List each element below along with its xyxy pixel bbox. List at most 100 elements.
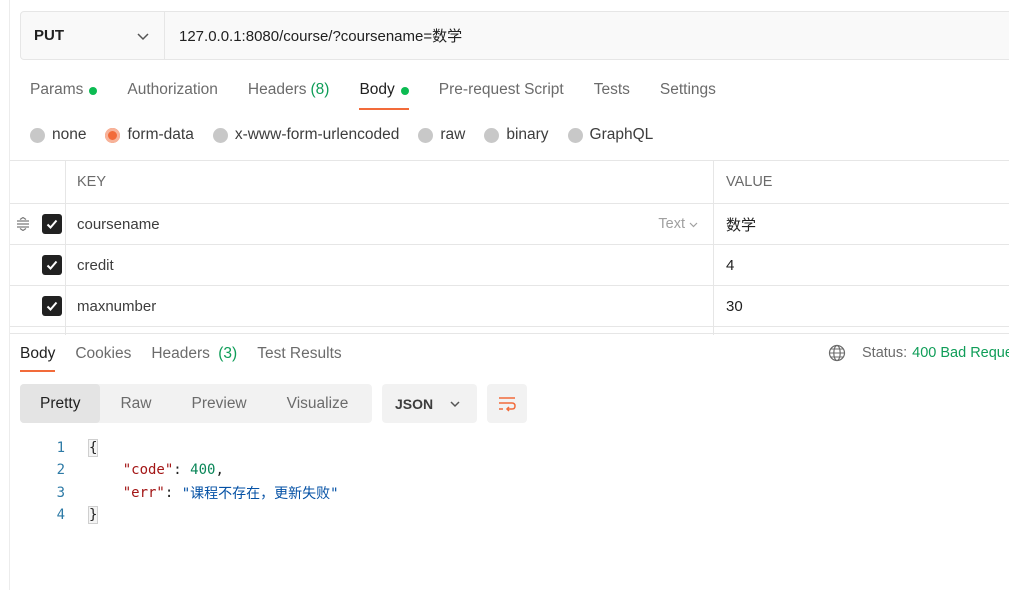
tab-label: Settings: [659, 81, 716, 98]
value-column-header: VALUE: [726, 174, 773, 190]
json-number: 400: [190, 462, 216, 479]
checkmark-icon: [46, 301, 58, 311]
response-tab-test-results[interactable]: Test Results: [257, 336, 341, 372]
key-text: credit: [77, 256, 114, 274]
radio-label: binary: [506, 126, 549, 143]
status-value[interactable]: 400 Bad Request: [912, 345, 1009, 361]
key-column-header: KEY: [66, 161, 714, 203]
radio-raw[interactable]: raw: [418, 126, 465, 144]
chevron-down-icon: [689, 222, 698, 227]
body-type-radios: none form-data x-www-form-urlencoded raw…: [30, 126, 672, 144]
view-preview[interactable]: Preview: [172, 384, 267, 423]
active-dot-icon: [89, 87, 98, 95]
chevron-down-icon: [137, 32, 149, 40]
response-status: Status: 400 Bad Request: [828, 344, 1009, 362]
format-select[interactable]: JSON: [382, 384, 477, 423]
radio-label: raw: [440, 126, 466, 143]
json-key: "code": [122, 462, 174, 479]
checkmark-icon: [46, 260, 58, 270]
row-handle-cell: [10, 286, 66, 326]
radio-graphql[interactable]: GraphQL: [567, 126, 654, 144]
line-number: 3: [56, 484, 65, 501]
tab-label: Pre-request Script: [438, 81, 564, 98]
value-cell[interactable]: 30: [714, 286, 1009, 326]
line-number: 2: [56, 462, 65, 479]
form-data-table: KEY VALUE coursename Text 数学 credit 4 ma…: [10, 160, 1009, 335]
view-raw[interactable]: Raw: [100, 384, 171, 423]
value-cell[interactable]: 4: [714, 245, 1009, 285]
status-label: Status:: [862, 345, 908, 361]
response-tab-body[interactable]: Body: [20, 336, 56, 372]
response-code-view[interactable]: 1{ 2 "code": 400, 3 "err": "课程不存在，更新失败" …: [40, 437, 339, 526]
view-visualize[interactable]: Visualize: [267, 384, 369, 423]
section-divider[interactable]: [10, 333, 1009, 334]
close-brace: }: [87, 506, 99, 525]
code-line: 1{: [40, 437, 339, 459]
response-tab-cookies[interactable]: Cookies: [75, 336, 131, 372]
tab-label: Headers: [247, 81, 307, 98]
checkmark-icon: [46, 219, 58, 229]
tab-settings[interactable]: Settings: [660, 72, 716, 110]
tab-label: Cookies: [75, 345, 132, 362]
globe-icon[interactable]: [828, 344, 846, 362]
response-tabs: Body Cookies Headers (3) Test Results: [20, 336, 362, 372]
tab-tests[interactable]: Tests: [594, 72, 630, 110]
row-checkbox[interactable]: [42, 214, 62, 234]
method-label: PUT: [34, 27, 64, 44]
radio-circle-icon: [484, 127, 500, 143]
key-cell[interactable]: coursename Text: [66, 204, 714, 244]
tab-label: Params: [30, 81, 84, 98]
radio-label: x-www-form-urlencoded: [234, 126, 400, 143]
radio-label: none: [52, 126, 87, 143]
type-label: Text: [658, 216, 685, 232]
row-checkbox[interactable]: [42, 296, 62, 316]
type-select[interactable]: Text: [658, 216, 699, 232]
radio-label: form-data: [127, 126, 194, 143]
value-cell[interactable]: 数学: [714, 204, 1009, 244]
response-tab-headers[interactable]: Headers (3): [151, 336, 237, 372]
line-number: 1: [56, 440, 65, 457]
radio-none[interactable]: none: [30, 126, 86, 144]
url-input[interactable]: [165, 12, 1009, 59]
radio-circle-icon: [418, 127, 434, 143]
url-bar: PUT: [20, 11, 1009, 60]
active-dot-icon: [400, 87, 409, 95]
open-brace: {: [87, 439, 99, 458]
format-label: JSON: [395, 395, 434, 412]
request-tabs: Params Authorization Headers (8) Body Pre…: [30, 72, 746, 110]
code-line: 3 "err": "课程不存在，更新失败": [40, 482, 339, 504]
view-pretty[interactable]: Pretty: [20, 384, 101, 423]
radio-circle-icon: [567, 127, 583, 143]
radio-binary[interactable]: binary: [484, 126, 549, 144]
tab-label: Tests: [593, 81, 630, 98]
row-checkbox[interactable]: [42, 255, 62, 275]
row-handle-cell: [10, 204, 66, 244]
tab-authorization[interactable]: Authorization: [127, 72, 217, 110]
wrap-lines-button[interactable]: [487, 384, 527, 423]
tab-label: Authorization: [127, 81, 218, 98]
table-header-row: KEY VALUE: [10, 161, 1009, 204]
key-cell[interactable]: maxnumber: [66, 286, 714, 326]
tab-body[interactable]: Body: [359, 72, 410, 110]
radio-x-www-form-urlencoded[interactable]: x-www-form-urlencoded: [212, 126, 400, 144]
tab-label: Headers: [151, 345, 210, 362]
key-text: maxnumber: [77, 297, 157, 315]
radio-label: GraphQL: [589, 126, 654, 143]
radio-circle-icon: [30, 127, 45, 143]
header-count: (8): [310, 81, 330, 98]
header-handle-cell: [10, 161, 66, 203]
json-string: "课程不存在，更新失败": [181, 485, 339, 502]
view-mode-segment: Pretty Raw Preview Visualize: [20, 384, 372, 423]
tab-pre-request-script[interactable]: Pre-request Script: [439, 72, 564, 110]
code-line: 2 "code": 400,: [40, 459, 339, 481]
tab-headers[interactable]: Headers (8): [248, 72, 330, 110]
radio-form-data[interactable]: form-data: [105, 126, 194, 144]
method-select[interactable]: PUT: [21, 12, 165, 59]
json-key: "err": [122, 484, 165, 501]
tab-params[interactable]: Params: [30, 72, 98, 110]
table-row: coursename Text 数学: [10, 204, 1009, 245]
line-number: 4: [56, 507, 65, 524]
drag-handle-icon[interactable]: [15, 217, 31, 231]
tab-label: Test Results: [257, 345, 342, 362]
key-cell[interactable]: credit: [66, 245, 714, 285]
